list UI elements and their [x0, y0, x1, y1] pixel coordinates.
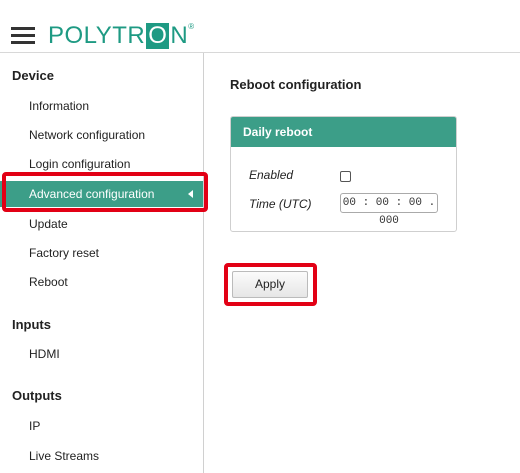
page-title: Reboot configuration: [230, 77, 362, 92]
polytron-logo: POLYTR O N®: [48, 22, 195, 49]
sidebar-item-label: Advanced configuration: [29, 187, 155, 201]
panel-title: Daily reboot: [231, 117, 456, 147]
sidebar-section-inputs: Inputs: [12, 317, 51, 332]
time-utc-input[interactable]: 00 : 00 : 00 . 000: [340, 193, 438, 227]
apply-button[interactable]: Apply: [232, 271, 308, 298]
sidebar-item-update[interactable]: Update: [0, 211, 203, 237]
sidebar-item-live-streams[interactable]: Live Streams: [0, 443, 203, 469]
sidebar-item-reboot[interactable]: Reboot: [0, 269, 203, 295]
enabled-checkbox[interactable]: [340, 171, 351, 182]
sidebar-item-ip[interactable]: IP: [0, 413, 203, 439]
daily-reboot-panel: Daily reboot Enabled Time (UTC) 00 : 00 …: [230, 116, 457, 232]
sidebar-item-network-configuration[interactable]: Network configuration: [0, 122, 203, 148]
sidebar-section-outputs: Outputs: [12, 388, 62, 403]
sidebar-item-login-configuration[interactable]: Login configuration: [0, 151, 203, 177]
caret-left-icon: [188, 190, 193, 198]
sidebar-item-hdmi[interactable]: HDMI: [0, 341, 203, 367]
sidebar-item-advanced-configuration[interactable]: Advanced configuration: [0, 181, 203, 207]
menu-icon[interactable]: [11, 27, 35, 45]
sidebar-section-device: Device: [12, 68, 54, 83]
sidebar-item-factory-reset[interactable]: Factory reset: [0, 240, 203, 266]
sidebar-nav: Device Information Network configuration…: [0, 53, 204, 473]
enabled-label: Enabled: [249, 168, 294, 182]
top-header: POLYTR O N®: [0, 0, 520, 53]
sidebar-item-information[interactable]: Information: [0, 93, 203, 119]
time-utc-label: Time (UTC): [249, 197, 312, 211]
